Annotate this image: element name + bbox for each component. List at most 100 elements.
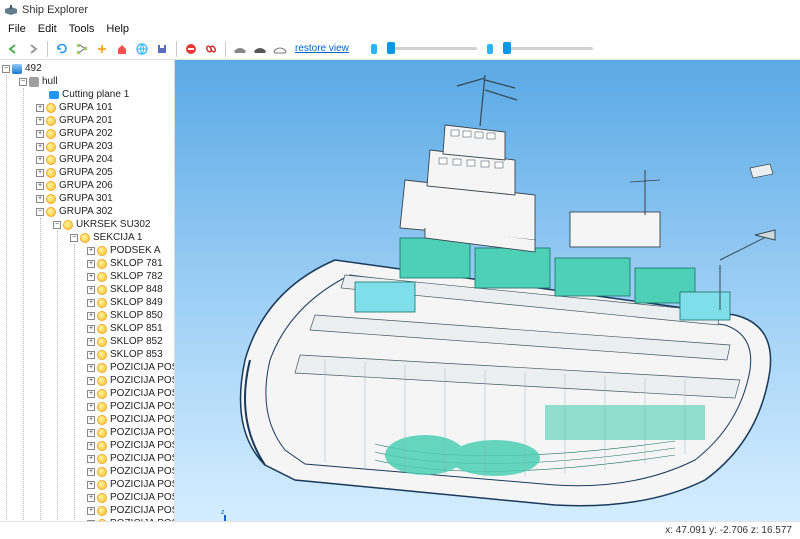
home-button[interactable] (113, 40, 131, 58)
expander-icon[interactable]: + (87, 481, 95, 489)
tree-pozicija[interactable]: + POZICIJA POS,1800 (87, 374, 172, 387)
tree-group[interactable]: + GRUPA 205 (36, 166, 172, 179)
view-mode-3-button[interactable] (271, 40, 289, 58)
view-mode-1-button[interactable] (231, 40, 249, 58)
tree-sklop[interactable]: + SKLOP 853 (87, 348, 172, 361)
tree-sklop[interactable]: + SKLOP 850 (87, 309, 172, 322)
menu-help[interactable]: Help (100, 21, 135, 37)
menu-file[interactable]: File (2, 21, 32, 37)
expander-icon[interactable]: + (87, 247, 95, 255)
tree-pozicija[interactable]: + POZICIJA POS,315 (87, 439, 172, 452)
slider-2[interactable] (503, 47, 593, 50)
expand-button[interactable] (93, 40, 111, 58)
tree-sekcija[interactable]: − SEKCIJA 1 (70, 231, 172, 244)
expander-icon[interactable]: − (53, 221, 61, 229)
expander-icon[interactable]: + (87, 325, 95, 333)
expander-icon[interactable]: + (36, 104, 44, 112)
expander-icon[interactable]: − (36, 208, 44, 216)
tree-pozicija[interactable]: + POZICIJA POS,748 (87, 478, 172, 491)
tree-ukrsek[interactable]: − UKRSEK SU302 (53, 218, 172, 231)
expander-icon[interactable]: + (87, 416, 95, 424)
tree-group[interactable]: + GRUPA 101 (36, 101, 172, 114)
tree-group[interactable]: + GRUPA 203 (36, 140, 172, 153)
tree-group[interactable]: + GRUPA 204 (36, 153, 172, 166)
expander-icon[interactable]: + (36, 117, 44, 125)
expander-icon[interactable]: + (36, 143, 44, 151)
tree-pozicija[interactable]: + POZICIJA POS,320 (87, 465, 172, 478)
tree-pozicija[interactable]: + POZICIJA POS,2950 (87, 413, 172, 426)
viewport-3d[interactable]: z x y (175, 60, 800, 521)
expander-icon[interactable]: + (87, 260, 95, 268)
link-icon[interactable] (202, 40, 220, 58)
slider-1-thumb[interactable] (387, 42, 395, 54)
expander-icon[interactable]: + (87, 494, 95, 502)
tree-pozicija[interactable]: + POZICIJA POS,319 (87, 452, 172, 465)
tree-sklop[interactable]: + SKLOP 781 (87, 257, 172, 270)
tree-sklop[interactable]: + SKLOP 849 (87, 296, 172, 309)
expander-icon[interactable]: + (87, 273, 95, 281)
forward-button[interactable] (24, 40, 42, 58)
expander-icon[interactable]: + (87, 455, 95, 463)
restore-view-link[interactable]: restore view (291, 43, 353, 54)
expander-icon[interactable]: + (36, 182, 44, 190)
window-title: Ship Explorer (22, 4, 88, 16)
tree-group[interactable]: + GRUPA 201 (36, 114, 172, 127)
expander-icon[interactable]: − (2, 65, 10, 73)
expander-icon[interactable]: + (87, 312, 95, 320)
back-button[interactable] (4, 40, 22, 58)
expander-icon[interactable]: + (87, 520, 95, 522)
tree-sklop[interactable]: + SKLOP 851 (87, 322, 172, 335)
tree-group[interactable]: − GRUPA 302 (36, 205, 172, 218)
expander-icon[interactable]: + (87, 286, 95, 294)
expander-icon[interactable]: + (36, 156, 44, 164)
expander-icon[interactable]: + (87, 390, 95, 398)
menu-tools[interactable]: Tools (63, 21, 101, 37)
expander-icon[interactable]: − (19, 78, 27, 86)
expander-icon[interactable]: + (87, 364, 95, 372)
expander-icon[interactable]: + (87, 351, 95, 359)
tree-pozicija[interactable]: + POZICIJA POS,113 (87, 361, 172, 374)
slider-1[interactable] (387, 47, 477, 50)
globe-button[interactable] (133, 40, 151, 58)
cancel-icon[interactable] (182, 40, 200, 58)
tree-hull[interactable]: − hull (19, 75, 172, 88)
expander-icon[interactable]: + (87, 507, 95, 515)
tree-label: POZICIJA POS,320 (110, 465, 175, 478)
expander-icon[interactable]: + (87, 429, 95, 437)
expander-icon[interactable]: + (87, 442, 95, 450)
tree-cutting-plane[interactable]: Cutting plane 1 (36, 88, 172, 101)
expander-icon[interactable]: + (87, 403, 95, 411)
expander-icon[interactable]: + (36, 130, 44, 138)
tree-podsek[interactable]: + PODSEK A (87, 244, 172, 257)
expander-icon[interactable]: + (87, 468, 95, 476)
tree-pozicija[interactable]: + POZICIJA POS,751 (87, 504, 172, 517)
menu-edit[interactable]: Edit (32, 21, 63, 37)
view-mode-2-button[interactable] (251, 40, 269, 58)
expander-icon[interactable]: + (36, 169, 44, 177)
tree-sklop[interactable]: + SKLOP 782 (87, 270, 172, 283)
sphere-icon (97, 402, 107, 412)
tree-sklop[interactable]: + SKLOP 848 (87, 283, 172, 296)
tree-sklop[interactable]: + SKLOP 852 (87, 335, 172, 348)
expander-icon[interactable]: + (87, 377, 95, 385)
tree-pozicija[interactable]: + POZICIJA POS,314 (87, 426, 172, 439)
expander-icon[interactable]: + (87, 338, 95, 346)
expander-icon[interactable]: − (70, 234, 78, 242)
tree-group[interactable]: + GRUPA 301 (36, 192, 172, 205)
tree-pozicija[interactable]: + POZICIJA POS,752 (87, 517, 172, 521)
refresh-button[interactable] (53, 40, 71, 58)
tree-pozicija[interactable]: + POZICIJA POS,750 (87, 491, 172, 504)
tree-group[interactable]: + GRUPA 202 (36, 127, 172, 140)
toolbar-separator (225, 41, 226, 57)
slider-2-thumb[interactable] (503, 42, 511, 54)
tree-pozicija[interactable]: + POZICIJA POS,1801 (87, 387, 172, 400)
save-button[interactable] (153, 40, 171, 58)
tree-label: POZICIJA POS,215 (110, 400, 175, 413)
expander-icon[interactable]: + (36, 195, 44, 203)
tree-group[interactable]: + GRUPA 206 (36, 179, 172, 192)
tree-root[interactable]: − 492 (2, 62, 172, 75)
tree-pozicija[interactable]: + POZICIJA POS,215 (87, 400, 172, 413)
tree-panel[interactable]: − 492 − hull (0, 60, 175, 521)
expander-icon[interactable]: + (87, 299, 95, 307)
tree-view-button[interactable] (73, 40, 91, 58)
